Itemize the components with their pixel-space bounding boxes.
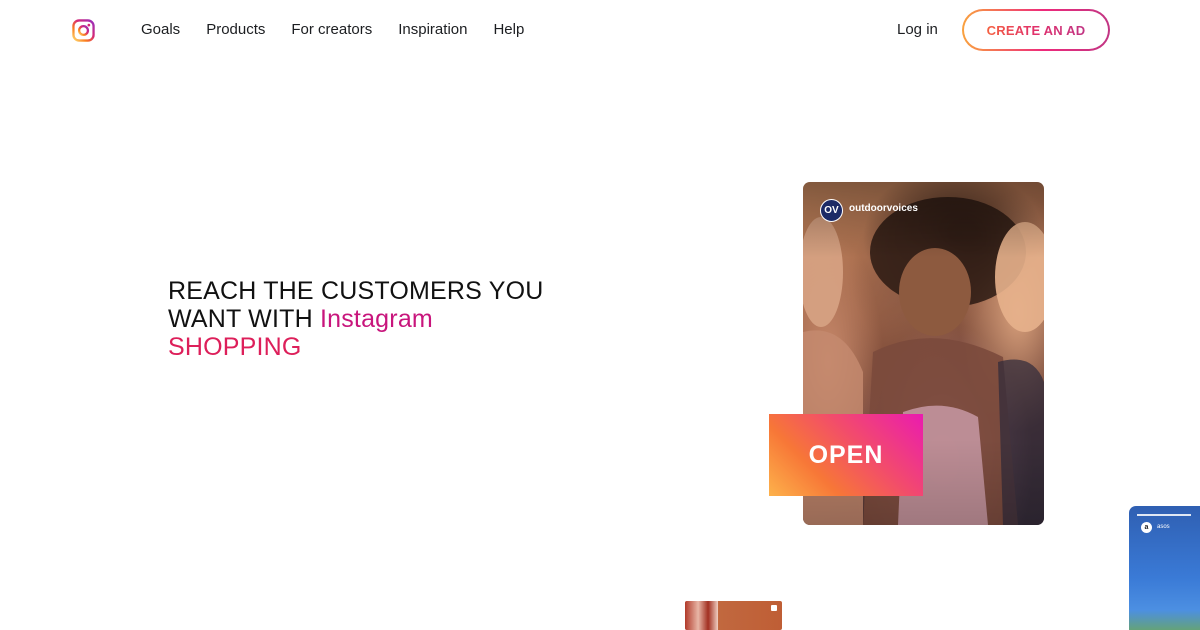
nav-item-goals[interactable]: Goals: [141, 21, 180, 39]
create-an-ad-label: CREATE AN AD: [986, 22, 1086, 38]
headline-accent-instagram: Instagram: [319, 305, 433, 333]
headline-line-2: WANT WITH: [168, 305, 320, 333]
main-nav: Goals Products For creators Inspiration …: [141, 21, 550, 39]
page: Goals Products For creators Inspiration …: [0, 0, 1200, 630]
login-link[interactable]: Log in: [897, 21, 938, 39]
post-avatar: OV: [820, 199, 843, 222]
story-avatar: a: [1141, 522, 1152, 533]
nav-item-inspiration[interactable]: Inspiration: [398, 21, 467, 39]
story-progress-bar: [1137, 514, 1191, 516]
shopping-bag-icon: [771, 605, 777, 611]
nav-item-products[interactable]: Products: [206, 21, 265, 39]
nav-item-help[interactable]: Help: [493, 21, 524, 39]
product-preview-card[interactable]: [685, 601, 782, 630]
instagram-logo-icon[interactable]: [72, 19, 95, 42]
story-username: asos: [1157, 524, 1170, 530]
open-button-label: OPEN: [808, 440, 884, 469]
story-preview-card[interactable]: a asos: [1129, 506, 1200, 630]
hero-headline: REACH THE CUSTOMERS YOU WANT WITH Instag…: [168, 277, 588, 361]
headline-line-1: REACH THE CUSTOMERS YOU: [168, 277, 544, 305]
create-an-ad-button-inner: CREATE AN AD: [964, 11, 1108, 49]
open-button[interactable]: OPEN: [769, 414, 923, 496]
nav-item-for-creators[interactable]: For creators: [291, 21, 372, 39]
headline-accent-shopping: SHOPPING: [168, 333, 302, 361]
product-swatch-image: [685, 601, 718, 630]
post-username: outdoorvoices: [849, 203, 918, 214]
create-an-ad-button[interactable]: CREATE AN AD: [962, 9, 1110, 51]
